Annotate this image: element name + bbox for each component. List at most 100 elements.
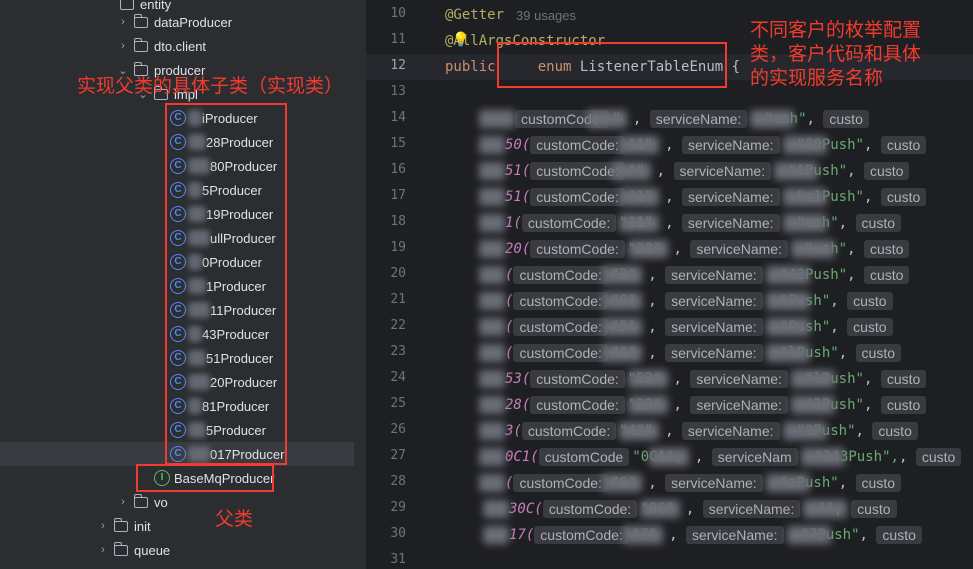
tree-folder-0[interactable]: › dataProducer [0,10,354,34]
param-hint-cust: custo [880,136,927,154]
redacted-block [479,110,515,128]
param-hint-name: serviceName: [690,396,788,414]
redacted-block [790,370,835,388]
redacted-block [619,136,660,154]
redacted-block [750,110,795,128]
enum-constant: 53( [505,371,531,387]
param-hint-code: customCode: [521,214,617,232]
tree-folder-after-1[interactable]: › init [0,514,354,538]
param-hint-code: customCode: [530,188,625,206]
enum-entry-line[interactable]: (customCode:"5", serviceName:"Push", cus… [479,314,896,340]
redacted-block [479,318,505,336]
redacted-block [602,344,643,362]
param-hint-cust: custo [851,500,897,518]
line-number: 27 [390,448,406,463]
enum-constant: 20( [505,241,531,257]
enum-entry-line[interactable]: 28(customCode:"28", serviceName:"3Push",… [479,392,929,418]
tree-scrollbar[interactable] [357,0,364,569]
redacted-block [483,500,509,518]
code-line-getter[interactable]: @Getter 39 usages [445,2,576,28]
enum-entry-line[interactable]: (customCode:"3", serviceName:"42Push", c… [479,262,912,288]
enum-constant: 0C1( [505,449,539,465]
base-class-highlight-box [136,464,274,492]
redacted-block [803,500,848,518]
redacted-block [479,188,505,206]
line-number: 19 [390,240,406,255]
tree-folder-after-0[interactable]: › vo [0,490,354,514]
param-hint-cust: custo [876,526,922,544]
enum-entry-line[interactable]: 3(customCode:"43", serviceName:"3Push", … [479,418,921,444]
redacted-block [782,214,827,232]
tree-folder-after-2[interactable]: › queue [0,538,354,562]
public-keyword: public [445,59,496,75]
enum-entry-line[interactable]: (customCode:"6", serviceName:"lPush", cu… [479,340,904,366]
param-hint-name: serviceName: [681,136,780,154]
redacted-block [602,474,643,492]
enum-entry-line[interactable]: (customCode:"9", serviceName:"Push", cus… [479,288,896,314]
chevron-right-icon[interactable]: › [96,520,110,532]
param-hint-code: customCode: [513,474,608,492]
enum-note-line-1: 不同客户的枚举配置 [750,19,922,41]
usages-hint[interactable]: 39 usages [516,8,576,23]
enum-entry-line[interactable]: (customCode:"6", serviceName:"zPush", cu… [479,470,904,496]
enum-entry-line[interactable]: customCode:", serviceName:"ush", custo [479,106,872,132]
line-number: 17 [390,188,406,203]
param-hint-name: serviceName: [665,474,763,492]
lightbulb-icon[interactable]: 💡 [452,31,469,48]
param-hint-name: serviceName: [681,422,780,440]
enum-entry-line[interactable]: 0C1(customCode"0C1",, serviceNam"243Push… [479,444,964,470]
redacted-block [610,162,651,180]
redacted-block [479,474,505,492]
enum-entry-line[interactable]: 20(customCode:"20", serviceName:"ush", c… [479,236,912,262]
chevron-right-icon[interactable]: › [116,16,130,28]
enum-constant: 17( [509,527,535,543]
redacted-block [774,162,819,180]
param-hint-name: serviceName: [681,214,780,232]
tree-folder-1[interactable]: › dto.client [0,34,354,58]
enum-constant: ( [505,475,514,491]
line-number: 21 [390,292,406,307]
tree-label: vo [154,494,168,510]
line-number: 28 [390,474,406,489]
line-number: 12 [390,58,406,73]
enum-highlight-box [497,42,727,88]
line-number: 29 [390,500,406,515]
tree-label: dto.client [154,38,207,54]
enum-entry-line[interactable]: 51(customCode:"", serviceName:"1Push", c… [479,158,912,184]
redacted-block [602,292,643,310]
redacted-block [619,214,660,232]
param-hint-cust: custo [880,188,927,206]
line-number: 10 [390,6,406,21]
param-hint-name: serviceName: [665,292,763,310]
param-hint-code: customCode: [513,292,608,310]
enum-constant: ( [505,345,514,361]
chevron-right-icon[interactable]: › [96,544,110,556]
param-hint-name: serviceName: [673,162,772,180]
chevron-right-icon[interactable]: › [116,40,130,52]
redacted-block [619,188,660,206]
param-hint-cust: custo [863,266,910,284]
enum-constant: 1( [505,215,522,231]
param-hint-code: customCode: [513,344,608,362]
line-number: 20 [390,266,406,281]
line-number: 23 [390,344,406,359]
param-hint-code: customCode: [534,526,629,544]
enum-entry-line[interactable]: 1(customCode:"11", serviceName:"ush", cu… [479,210,904,236]
enum-entry-line[interactable]: 53(customCode:"53", serviceName:"lPush",… [479,366,929,392]
enum-constant: 51( [505,189,531,205]
redacted-block [479,162,505,180]
getter-annotation: @Getter [445,7,505,23]
param-hint-cust: custo [823,110,869,128]
param-hint-cust: custo [847,318,893,336]
chevron-right-icon[interactable]: › [116,496,130,508]
enum-entry-line[interactable]: 50(customCode:"1", serviceName:"60Push",… [479,132,929,158]
line-number: 25 [390,396,406,411]
enum-entry-line[interactable]: 17(customCode:"7", serviceName:"7Push", … [483,522,925,548]
line-number: 15 [390,136,406,151]
enum-entry-line[interactable]: 51(customCode:"1", serviceName:"z1Push",… [479,184,929,210]
redacted-block [479,370,505,388]
param-hint-cust: custo [855,344,902,362]
enum-constant: 30C( [509,501,543,517]
enum-entry-line[interactable]: 30C(customCode:"0C", serviceName:"", cus… [483,496,900,522]
line-number: 22 [390,318,406,333]
